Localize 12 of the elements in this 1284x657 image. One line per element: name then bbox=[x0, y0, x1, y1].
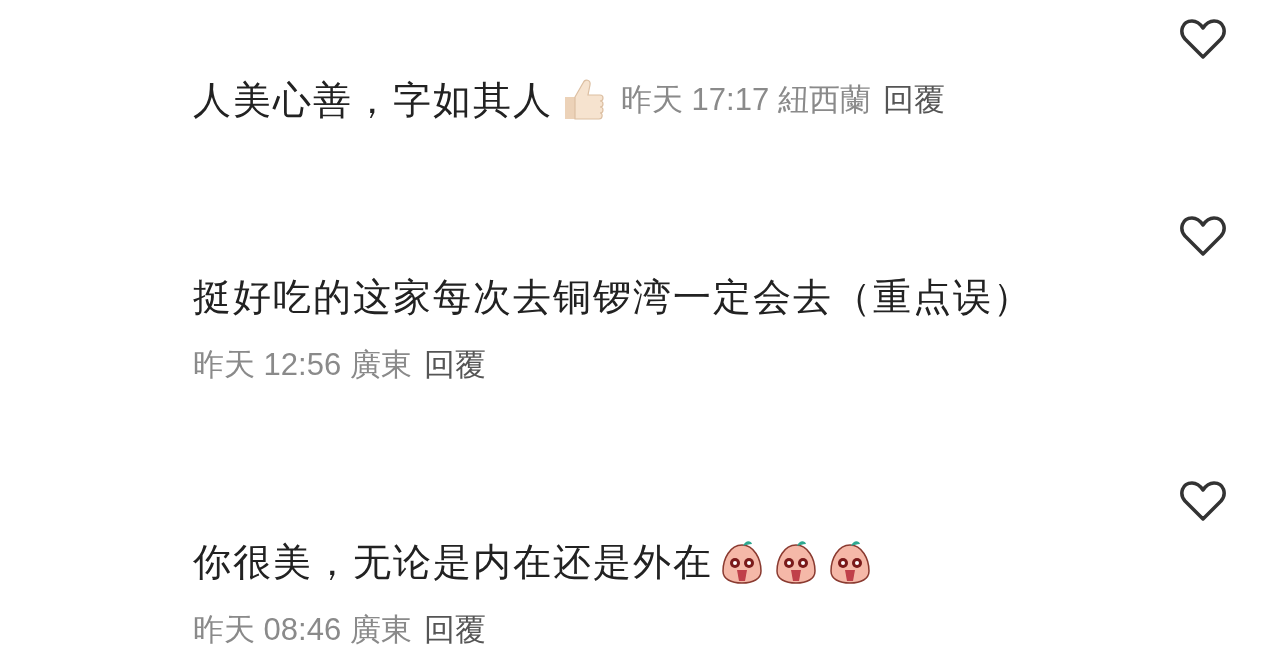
like-icon[interactable] bbox=[1179, 479, 1227, 523]
comment-text: 人美心善，字如其人 bbox=[193, 77, 553, 123]
like-icon[interactable] bbox=[1179, 17, 1227, 61]
comment-text: 你很美，无论是内在还是外在 bbox=[193, 539, 713, 585]
reply-link[interactable]: 回覆 bbox=[882, 79, 945, 121]
comment-meta: 昨天 17:17 紐西蘭 bbox=[621, 81, 871, 119]
comment-meta: 昨天 12:56 廣東 bbox=[193, 346, 412, 384]
reply-link[interactable]: 回覆 bbox=[423, 344, 486, 386]
reply-link[interactable]: 回覆 bbox=[423, 609, 486, 651]
comment-meta: 昨天 08:46 廣東 bbox=[193, 611, 412, 649]
like-icon[interactable] bbox=[1179, 214, 1227, 258]
comment-text: 挺好吃的这家每次去铜锣湾一定会去（重点误） bbox=[193, 274, 1033, 320]
